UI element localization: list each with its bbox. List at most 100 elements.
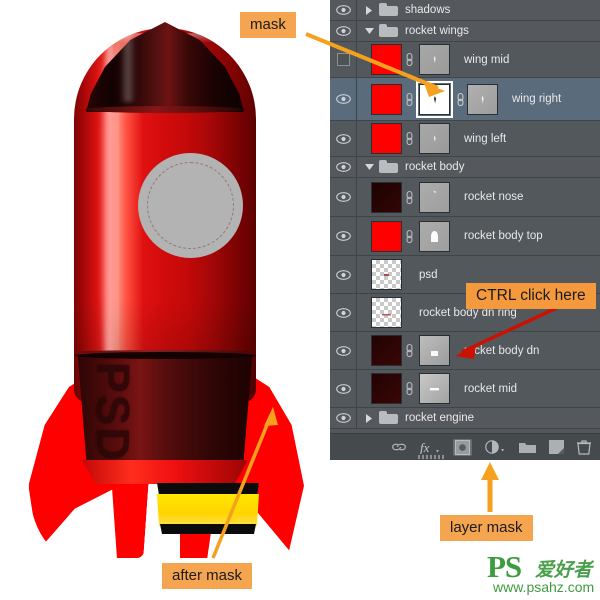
layer-mask-thumbnail[interactable] <box>419 221 450 252</box>
add-layer-mask-icon[interactable] <box>453 439 472 456</box>
folder-icon <box>379 411 399 425</box>
new-adjustment-layer-icon[interactable] <box>485 440 506 454</box>
delete-layer-trash-icon[interactable] <box>577 440 591 455</box>
layer-mask-thumbnail-selected[interactable] <box>419 84 450 115</box>
annotation-after-mask: after mask <box>162 563 252 589</box>
visibility-toggle[interactable] <box>330 370 357 407</box>
rocket-collar <box>82 460 248 484</box>
layer-row-shadows[interactable]: shadows <box>330 0 600 21</box>
visibility-toggle[interactable] <box>330 0 357 20</box>
visibility-toggle[interactable] <box>330 21 357 41</box>
layer-extra-mask-thumbnail[interactable] <box>467 84 498 115</box>
watermark-brand-cn: 爱好者 <box>535 555 592 582</box>
layer-thumbnail[interactable] <box>371 123 402 154</box>
eye-icon[interactable] <box>336 270 351 280</box>
link-icon[interactable] <box>402 373 416 404</box>
layer-name: rocket body <box>405 161 464 173</box>
screenshot-root: PSD shadows <box>0 0 600 600</box>
eye-off-icon[interactable] <box>337 53 350 66</box>
layer-thumbnail[interactable] <box>371 44 402 75</box>
layer-mask-thumbnail[interactable] <box>419 182 450 213</box>
layer-mask-thumbnail[interactable] <box>419 44 450 75</box>
eye-icon[interactable] <box>336 346 351 356</box>
link-icon[interactable] <box>453 84 467 115</box>
layer-row-rocket-body-top[interactable]: rocket body top <box>330 217 600 256</box>
eye-icon[interactable] <box>336 231 351 241</box>
eye-icon[interactable] <box>336 26 351 36</box>
rocket-nose-seam <box>85 106 245 113</box>
folder-icon <box>379 24 399 38</box>
folder-icon <box>379 160 399 174</box>
layer-name: psd <box>419 269 438 281</box>
eye-icon[interactable] <box>336 308 351 318</box>
layer-thumbnail[interactable] <box>371 297 402 328</box>
eye-icon[interactable] <box>336 94 351 104</box>
folder-icon <box>379 3 399 17</box>
rocket-illustration: PSD <box>0 0 330 600</box>
layer-name: rocket engine <box>405 412 474 424</box>
layers-panel-toolbar[interactable]: fx <box>330 433 600 460</box>
rocket-engine-yellow <box>157 494 259 526</box>
layer-row-wing-right[interactable]: wing right <box>330 78 600 121</box>
eye-icon[interactable] <box>336 162 351 172</box>
layer-row-rocket-wings[interactable]: rocket wings <box>330 21 600 42</box>
new-layer-icon[interactable] <box>549 440 564 454</box>
link-icon[interactable] <box>402 335 416 366</box>
eye-icon[interactable] <box>336 384 351 394</box>
layer-thumbnail[interactable] <box>371 335 402 366</box>
chevron-right-icon[interactable] <box>361 414 377 423</box>
visibility-toggle[interactable] <box>330 78 357 120</box>
chevron-down-icon[interactable] <box>361 27 377 35</box>
layer-thumbnail[interactable] <box>371 221 402 252</box>
chevron-right-icon[interactable] <box>361 6 377 15</box>
visibility-toggle[interactable] <box>330 178 357 216</box>
layer-thumbnail[interactable] <box>371 84 402 115</box>
visibility-toggle[interactable] <box>330 294 357 331</box>
layer-thumbnail[interactable] <box>371 259 402 290</box>
rocket-engine-ring-bottom <box>158 524 258 534</box>
layer-row-wing-mid[interactable]: wing mid <box>330 42 600 78</box>
layer-style-fx-icon[interactable]: fx <box>420 440 440 454</box>
layer-name: wing left <box>464 133 506 145</box>
layers-panel[interactable]: shadows rocket wings <box>330 0 600 460</box>
layer-mask-thumbnail[interactable] <box>419 373 450 404</box>
chevron-down-icon[interactable] <box>361 163 377 171</box>
annotation-layer-mask: layer mask <box>440 515 533 541</box>
layer-name: wing right <box>512 93 561 105</box>
new-group-icon[interactable] <box>519 441 536 454</box>
layer-mask-thumbnail[interactable] <box>419 123 450 154</box>
eye-icon[interactable] <box>336 413 351 423</box>
eye-icon[interactable] <box>336 134 351 144</box>
link-layers-icon[interactable] <box>391 441 407 453</box>
eye-icon[interactable] <box>336 5 351 15</box>
link-icon[interactable] <box>402 84 416 115</box>
layer-name: rocket mid <box>464 383 517 395</box>
annotation-ctrl-click: CTRL click here <box>466 283 596 309</box>
visibility-toggle[interactable] <box>330 256 357 293</box>
visibility-toggle[interactable] <box>330 42 357 77</box>
visibility-toggle[interactable] <box>330 408 357 428</box>
eye-icon[interactable] <box>336 192 351 202</box>
rocket-psd-text: PSD <box>86 362 140 463</box>
layer-row-rocket-engine[interactable]: rocket engine <box>330 408 600 429</box>
layer-row-rocket-body[interactable]: rocket body <box>330 157 600 178</box>
watermark: PS 爱好者 www.psahz.com <box>487 553 597 597</box>
layer-row-rocket-nose[interactable]: rocket nose <box>330 178 600 217</box>
panel-resize-grip[interactable] <box>418 455 446 459</box>
visibility-toggle[interactable] <box>330 217 357 255</box>
link-icon[interactable] <box>402 44 416 75</box>
layer-row-wing-left[interactable]: wing left <box>330 121 600 157</box>
link-icon[interactable] <box>402 123 416 154</box>
layer-thumbnail[interactable] <box>371 373 402 404</box>
layer-row-rocket-mid[interactable]: rocket mid <box>330 370 600 408</box>
visibility-toggle[interactable] <box>330 157 357 177</box>
layer-mask-thumbnail[interactable] <box>419 335 450 366</box>
layer-name: shadows <box>405 4 450 16</box>
link-icon[interactable] <box>402 182 416 213</box>
layer-thumbnail[interactable] <box>371 182 402 213</box>
visibility-toggle[interactable] <box>330 332 357 369</box>
link-icon[interactable] <box>402 221 416 252</box>
layer-row-rocket-body-dn[interactable]: rocket body dn <box>330 332 600 370</box>
rocket-nose-highlight <box>120 30 136 102</box>
visibility-toggle[interactable] <box>330 121 357 156</box>
